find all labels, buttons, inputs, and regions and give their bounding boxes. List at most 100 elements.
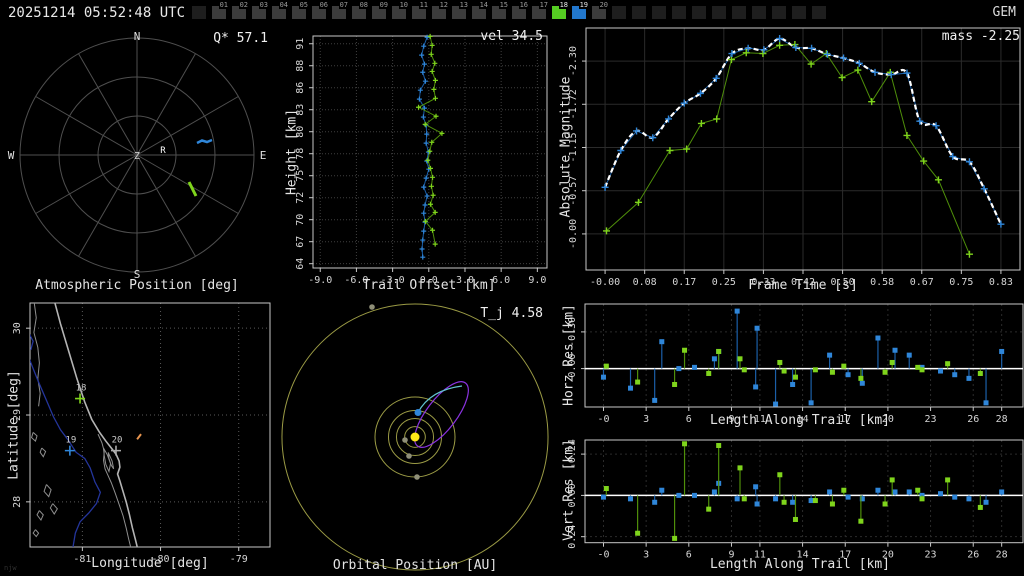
svg-text:3: 3 — [643, 414, 649, 425]
frame-box-03[interactable]: 03 — [252, 1, 269, 19]
shower-code-label: GEM — [992, 5, 1016, 20]
svg-text:0.83: 0.83 — [989, 277, 1013, 288]
frame-box-label: 15 — [498, 1, 509, 9]
svg-text:86: 86 — [295, 82, 306, 94]
frame-box-09[interactable]: 09 — [372, 1, 389, 19]
svg-text:20: 20 — [112, 436, 123, 446]
frame-box-label: 12 — [438, 1, 449, 9]
q-factor-stat: Q* 57.1 — [213, 31, 268, 46]
trail-x-axis-label: Trail Offset [km] — [362, 278, 496, 293]
svg-text:23: 23 — [925, 414, 937, 425]
tisserand-stat: T_j 4.58 — [480, 306, 543, 321]
svg-text:0.08: 0.08 — [633, 277, 657, 288]
svg-text:28: 28 — [996, 414, 1008, 425]
svg-text:64: 64 — [295, 258, 306, 270]
frame-box-18[interactable]: 18 — [552, 1, 569, 19]
frame-box[interactable] — [772, 6, 786, 19]
frame-box-label: 10 — [398, 1, 409, 9]
magnitude-chart: -0.00 0.08 0.17 0.25 0.33 0.42 0.50 0.58 0.67 0.7… — [568, 27, 1021, 288]
frame-box-19[interactable]: 19 — [572, 1, 589, 19]
svg-text:6: 6 — [686, 414, 692, 425]
frame-box-15[interactable]: 15 — [492, 1, 509, 19]
frame-box-06[interactable]: 06 — [312, 1, 329, 19]
frame-box-label: 05 — [298, 1, 309, 9]
frame-box-label: 14 — [478, 1, 489, 9]
svg-text:-0.00: -0.00 — [568, 219, 579, 249]
vert-res-y-axis-label: Vert Res [km] — [561, 439, 577, 541]
svg-text:Z: Z — [134, 151, 140, 162]
frame-box-label: 03 — [258, 1, 269, 9]
frame-box-label: 07 — [338, 1, 349, 9]
atmospheric-position-chart: NSW EZ R — [8, 30, 267, 281]
svg-text:91: 91 — [295, 38, 306, 50]
svg-text:26: 26 — [967, 550, 979, 561]
frame-box-10[interactable]: 10 — [392, 1, 409, 19]
map-y-axis-label: Latitude [deg] — [6, 370, 22, 480]
svg-text:28: 28 — [996, 550, 1008, 561]
frame-box-04[interactable]: 04 — [272, 1, 289, 19]
frame-box-12[interactable]: 12 — [432, 1, 449, 19]
frame-box-label: 01 — [218, 1, 229, 9]
orbital-position-chart — [281, 303, 549, 571]
frame-box-05[interactable]: 05 — [292, 1, 309, 19]
frame-box-label: 02 — [238, 1, 249, 9]
frame-box[interactable] — [712, 6, 726, 19]
frame-box-01[interactable]: 01 — [212, 1, 229, 19]
frame-box-strip: 01 02 03 04 05 06 07 08 09 10 11 12 13 14 15 16 17 18 19 20 — [0, 0, 1024, 24]
svg-text:3: 3 — [643, 550, 649, 561]
frame-box[interactable] — [672, 6, 686, 19]
frame-box-16[interactable]: 16 — [512, 1, 529, 19]
svg-text:6: 6 — [686, 550, 692, 561]
frame-box-14[interactable]: 14 — [472, 1, 489, 19]
frame-box-20[interactable]: 20 — [592, 1, 609, 19]
trail-y-axis-label: Height [km] — [284, 108, 300, 196]
frame-box[interactable] — [192, 6, 206, 19]
frame-box-11[interactable]: 11 — [412, 1, 429, 19]
frame-box-07[interactable]: 07 — [332, 1, 349, 19]
svg-text:W: W — [8, 149, 15, 162]
svg-text:9.0: 9.0 — [528, 275, 546, 286]
velocity-stat: vel 34.5 — [480, 29, 543, 44]
svg-text:0.75: 0.75 — [949, 277, 973, 288]
horz-res-x-axis-label: Length Along Trail [km] — [709, 413, 890, 428]
svg-text:28: 28 — [12, 496, 23, 508]
frame-box-08[interactable]: 08 — [352, 1, 369, 19]
frame-box-13[interactable]: 13 — [452, 1, 469, 19]
svg-text:30: 30 — [12, 322, 23, 334]
magnitude-y-axis-label: Absolute Magnitude — [558, 76, 574, 218]
frame-box-label: 09 — [378, 1, 389, 9]
frame-box-label: 11 — [418, 1, 429, 9]
frame-box-label: 08 — [358, 1, 369, 9]
frame-box[interactable] — [692, 6, 706, 19]
svg-text:-2.30: -2.30 — [568, 46, 579, 76]
vert-res-x-axis-label: Length Along Trail [km] — [709, 557, 890, 572]
frame-box-label: 04 — [278, 1, 289, 9]
frame-box-label: 06 — [318, 1, 329, 9]
frame-box-17[interactable]: 17 — [532, 1, 549, 19]
svg-text:-0: -0 — [597, 414, 609, 425]
map-x-axis-label: Longitude [deg] — [91, 556, 209, 571]
mass-stat: mass -2.25 — [941, 29, 1020, 44]
orbit-panel-title: Orbital Position [AU] — [332, 558, 498, 573]
frame-box[interactable] — [732, 6, 746, 19]
vert-residual-chart: -0 3 6 9 11 14 17 20 23 26 280.240.00-0.24 — [567, 439, 1024, 561]
frame-box[interactable] — [632, 6, 646, 19]
app-window: 20251214 05:52:48 UTC 01 02 03 04 05 06 07 08 09… — [0, 0, 1024, 576]
frame-box-label: 17 — [538, 1, 549, 9]
svg-text:0.67: 0.67 — [910, 277, 934, 288]
watermark: njw — [4, 564, 17, 572]
frame-box[interactable] — [812, 6, 826, 19]
frame-box-label: 19 — [578, 1, 589, 9]
frame-box[interactable] — [652, 6, 666, 19]
trail-offset-chart: -9.0 -6.0 -3.0 0.0 3.0 6.0 9.09188868380787572… — [295, 33, 548, 286]
frame-box[interactable] — [612, 6, 626, 19]
frame-box[interactable] — [792, 6, 806, 19]
svg-text:-0: -0 — [597, 550, 609, 561]
titlebar: 20251214 05:52:48 UTC 01 02 03 04 05 06 07 08 09… — [0, 0, 1024, 24]
svg-text:E: E — [260, 149, 267, 162]
frame-box-02[interactable]: 02 — [232, 1, 249, 19]
svg-text:67: 67 — [295, 236, 306, 248]
svg-text:R: R — [160, 146, 166, 156]
frame-box[interactable] — [752, 6, 766, 19]
horz-res-y-axis-label: Horz Res [km] — [561, 304, 577, 406]
